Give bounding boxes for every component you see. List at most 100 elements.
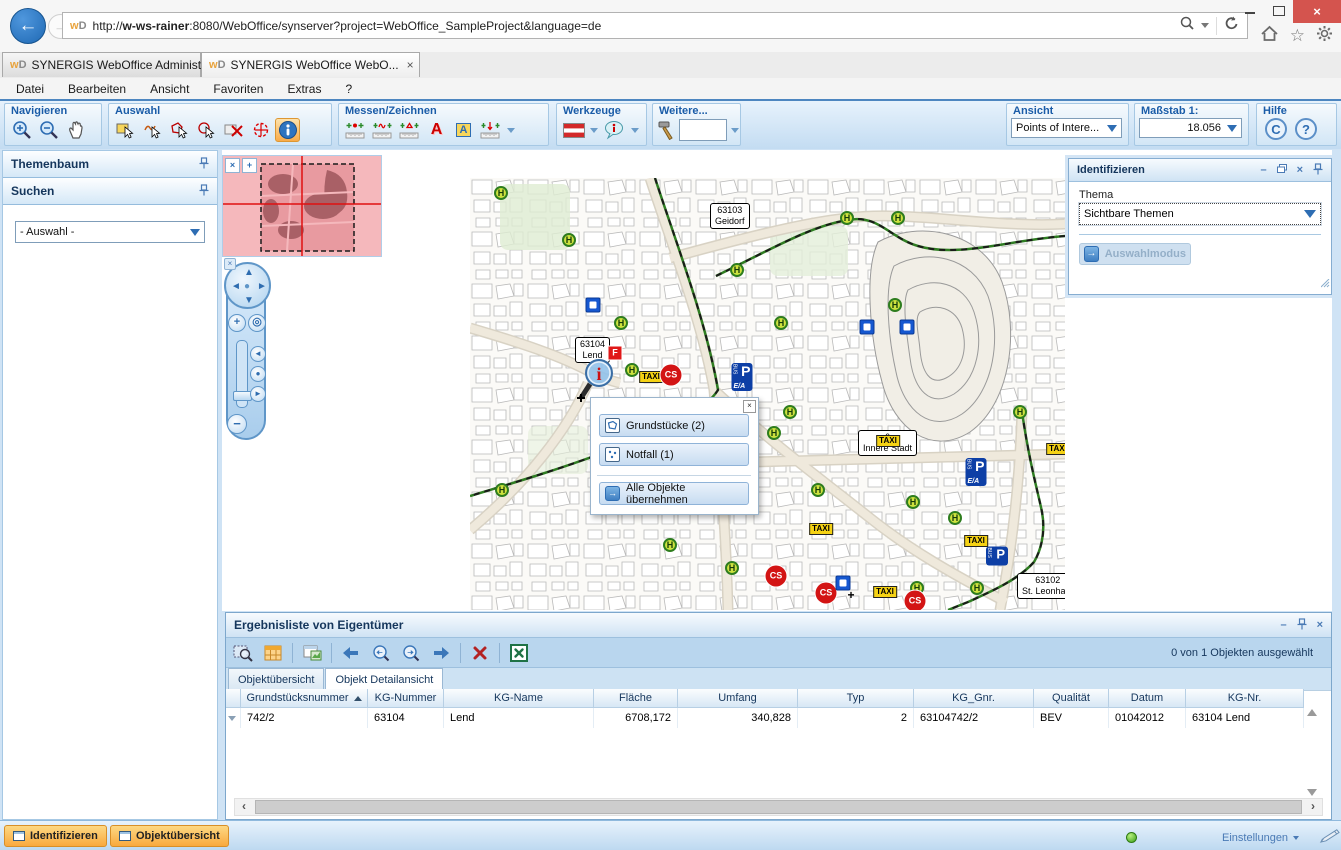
popup-item-notfall[interactable]: Notfall (1) [599, 443, 749, 466]
pan-east-arrow[interactable]: ► [257, 282, 267, 292]
draw-label-tool[interactable]: A [451, 118, 476, 142]
previous-object-button[interactable] [338, 641, 364, 665]
select-polygon-tool[interactable] [167, 118, 192, 142]
overview-close-button[interactable]: × [225, 158, 240, 173]
scroll-left-icon[interactable]: ‹ [235, 799, 253, 813]
popup-close-icon[interactable]: × [743, 400, 756, 413]
panel-close-icon[interactable]: × [1297, 164, 1303, 176]
maptip-tool-caret[interactable] [631, 128, 639, 133]
column-header[interactable]: KG-Nr. [1186, 689, 1304, 708]
zoom-in-tool[interactable] [9, 118, 34, 142]
scroll-right-icon[interactable]: › [1304, 799, 1322, 813]
statusbar-identifizieren-button[interactable]: Identifizieren [4, 825, 107, 847]
zoom-out-button[interactable]: − [227, 414, 247, 434]
popup-apply-all-button[interactable]: → Alle Objekte übernehmen [599, 482, 749, 505]
menu-bearbeiten[interactable]: Bearbeiten [68, 82, 126, 96]
remove-results-button[interactable] [467, 641, 493, 665]
scroll-down-icon[interactable] [1307, 789, 1317, 796]
window-close-button[interactable]: × [1293, 0, 1341, 23]
column-header[interactable]: Fläche [594, 689, 678, 708]
row-marker-cell[interactable] [226, 708, 241, 728]
auswahlmodus-button[interactable]: → Auswahlmodus [1079, 243, 1191, 265]
pan-south-arrow[interactable]: ▼ [244, 296, 254, 306]
measure-more-caret[interactable] [507, 128, 515, 133]
scale-dropdown[interactable]: 18.056 [1139, 118, 1242, 138]
url-text[interactable]: http://w-ws-rainer:8080/WebOffice/synser… [93, 19, 602, 33]
compass-center-dot[interactable]: ● [244, 282, 250, 292]
view-select-dropdown[interactable]: Points of Intere... [1011, 118, 1122, 138]
zoom-to-selection-button[interactable] [230, 641, 256, 665]
tab-close-icon[interactable]: × [399, 58, 414, 72]
overview-move-button[interactable]: + [242, 158, 257, 173]
menu-ansicht[interactable]: Ansicht [150, 82, 189, 96]
measure-line-tool[interactable] [370, 118, 395, 142]
menu-favoriten[interactable]: Favoriten [213, 82, 263, 96]
select-line-tool[interactable] [140, 118, 165, 142]
austria-flag-tool[interactable] [561, 118, 586, 142]
favorites-star-icon[interactable]: ☆ [1290, 26, 1305, 46]
window-maximize-button[interactable] [1264, 0, 1293, 23]
draw-text-tool[interactable]: A [424, 118, 449, 142]
statusbar-objektuebersicht-button[interactable]: Objektübersicht [110, 825, 229, 847]
identify-panel-titlebar[interactable]: Identifizieren – × [1069, 159, 1331, 182]
flag-tool-caret[interactable] [590, 128, 598, 133]
column-header[interactable]: Umfang [678, 689, 798, 708]
buffer-selection-tool[interactable] [248, 118, 273, 142]
weitere-input[interactable] [679, 119, 727, 141]
full-extent-button[interactable]: ◎ [248, 314, 266, 332]
column-header[interactable]: Datum [1109, 689, 1186, 708]
sidebar-header-themenbaum[interactable]: Themenbaum [3, 151, 217, 178]
menu-datei[interactable]: Datei [16, 82, 44, 96]
browser-back-button[interactable]: ← [10, 8, 46, 44]
tab-weboffice-administrator[interactable]: wD SYNERGIS WebOffice Administ... [2, 52, 201, 77]
einstellungen-menu[interactable]: Einstellungen [1222, 829, 1341, 847]
export-excel-button[interactable] [506, 641, 532, 665]
pan-west-arrow[interactable]: ◄ [231, 282, 241, 292]
map-canvas[interactable]: 63103Geidorf 63104Lend 6Innere Stadt 631… [470, 178, 1065, 610]
search-dropdown-caret[interactable] [1201, 23, 1209, 28]
pan-hand-tool[interactable] [63, 118, 88, 142]
previous-extent-button[interactable]: ◄ [250, 346, 266, 362]
tab-objektuebersicht[interactable]: Objektübersicht [228, 668, 324, 690]
address-bar[interactable]: wD http://w-ws-rainer:8080/WebOffice/syn… [62, 12, 1248, 39]
maptip-info-tool[interactable] [602, 118, 627, 142]
measure-coordinate-tool[interactable] [478, 118, 503, 142]
zoom-previous-button[interactable] [368, 641, 394, 665]
panel-resize-grip[interactable] [1321, 275, 1330, 293]
next-object-button[interactable] [428, 641, 454, 665]
navctl-close-icon[interactable]: × [224, 258, 236, 270]
window-minimize-button[interactable] [1235, 0, 1264, 23]
column-header[interactable]: KG-Name [444, 689, 594, 708]
results-titlebar[interactable]: Ergebnisliste von Eigentümer – × [226, 613, 1331, 638]
hammer-tool-icon[interactable] [657, 118, 677, 142]
copyright-button[interactable]: C [1265, 118, 1287, 140]
weitere-caret[interactable] [731, 128, 739, 133]
panel-pin-icon[interactable] [1297, 618, 1307, 633]
pin-icon[interactable] [199, 157, 209, 172]
pin-icon[interactable] [199, 184, 209, 199]
zoom-slider[interactable] [236, 340, 248, 408]
home-icon[interactable] [1260, 25, 1279, 47]
measure-area-tool[interactable] [397, 118, 422, 142]
report-view-button[interactable] [299, 641, 325, 665]
sidebar-header-suchen[interactable]: Suchen [3, 178, 217, 205]
column-header[interactable]: Grundstücksnummer [241, 689, 368, 708]
overview-map[interactable]: × + [222, 155, 382, 257]
identify-info-tool[interactable] [275, 118, 300, 142]
search-select-dropdown[interactable]: - Auswahl - [15, 221, 205, 243]
panel-pin-icon[interactable] [1313, 163, 1323, 178]
popup-item-grundstuecke[interactable]: Grundstücke (2) [599, 414, 749, 437]
help-button[interactable]: ? [1295, 118, 1317, 140]
measure-point-tool[interactable] [343, 118, 368, 142]
column-header[interactable]: Typ [798, 689, 914, 708]
search-icon[interactable] [1180, 16, 1194, 35]
column-header[interactable]: KG-Nummer [368, 689, 444, 708]
edit-pen-icon[interactable] [1318, 829, 1341, 847]
zoom-next-button[interactable] [398, 641, 424, 665]
tab-weboffice-client[interactable]: wD SYNERGIS WebOffice WebO... × [201, 52, 420, 77]
menu-help[interactable]: ? [345, 82, 352, 96]
panel-minimize-icon[interactable]: – [1280, 619, 1286, 631]
panel-minimize-icon[interactable]: – [1260, 164, 1266, 176]
scroll-up-icon[interactable] [1307, 709, 1317, 716]
extent-history-button[interactable]: ● [250, 366, 266, 382]
